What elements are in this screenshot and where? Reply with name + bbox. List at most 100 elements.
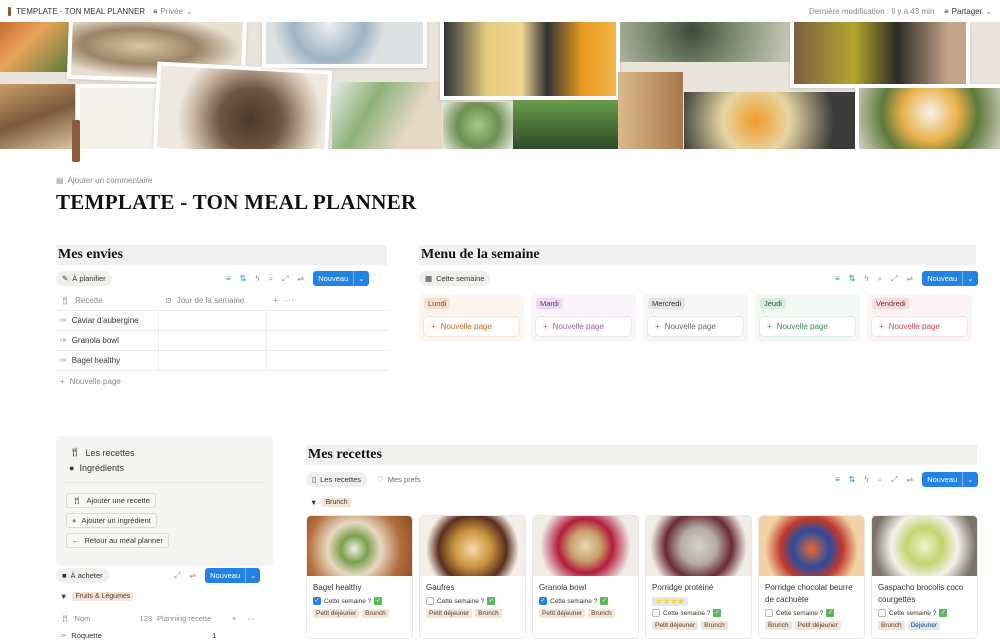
new-page-button[interactable]: + Nouvelle page: [536, 317, 631, 336]
recipe-card[interactable]: Porridge protéiné ⭐⭐⭐⭐ Cette semaine ? ✓ Pet…: [646, 516, 751, 638]
new-page-button[interactable]: + Nouvelle page: [872, 317, 967, 336]
row-cell-jour[interactable]: [159, 351, 267, 370]
group-header[interactable]: ▼ Fruits & Légumes: [60, 592, 134, 601]
new-page-button[interactable]: + Nouvelle page: [648, 317, 743, 336]
new-label: Nouveau: [318, 274, 349, 283]
settings-icon[interactable]: ⇌: [189, 571, 196, 580]
new-page-row[interactable]: + Nouvelle page: [56, 371, 388, 391]
checkbox-label: Cette semaine ?: [550, 597, 598, 605]
more-icon[interactable]: ⋯: [247, 614, 255, 623]
automation-icon[interactable]: ϟ: [255, 274, 259, 283]
new-page-button[interactable]: + Nouvelle page: [424, 317, 519, 336]
view-tab-a-acheter[interactable]: ■ À acheter: [56, 568, 109, 583]
new-button[interactable]: Nouveau ⌄: [313, 271, 369, 286]
view-tab-a-planifier[interactable]: ✎ À planifier: [56, 271, 112, 286]
breadcrumb[interactable]: TEMPLATE - TON MEAL PLANNER: [8, 6, 145, 16]
filter-icon[interactable]: ≡: [835, 475, 840, 484]
this-week-checkbox[interactable]: ✓ Cette semaine ? ✓: [307, 594, 412, 605]
settings-icon[interactable]: ⇌: [298, 274, 305, 283]
more-icon[interactable]: ⋯: [286, 296, 294, 305]
sort-icon[interactable]: ⇅: [240, 274, 247, 283]
checkbox-icon[interactable]: [878, 609, 886, 617]
chevron-down-icon[interactable]: ⌄: [245, 568, 260, 583]
cover-image[interactable]: [0, 22, 1000, 149]
recipe-card[interactable]: Granola bowl ✓ Cette semaine ? ✓ Petit déjeu…: [533, 516, 638, 638]
table-row[interactable]: ✑ Bagel healthy: [56, 351, 388, 371]
checkbox-icon[interactable]: [426, 597, 434, 605]
new-button[interactable]: Nouveau ⌄: [205, 568, 261, 583]
this-week-checkbox[interactable]: Cette semaine ? ✓: [872, 606, 977, 617]
row-title[interactable]: Roquette: [71, 631, 207, 640]
this-week-checkbox[interactable]: ✓ Cette semaine ? ✓: [533, 594, 638, 605]
add-column-icon[interactable]: +: [273, 296, 278, 305]
recipe-card[interactable]: Bagel healthy ✓ Cette semaine ? ✓ Petit déje…: [307, 516, 412, 638]
filter-icon[interactable]: ≡: [835, 274, 840, 283]
expand-icon[interactable]: ⤢: [891, 475, 897, 485]
sort-icon[interactable]: ⇅: [849, 475, 856, 484]
search-icon[interactable]: ⌕: [269, 274, 273, 284]
sort-icon[interactable]: ⇅: [849, 274, 856, 283]
expand-icon[interactable]: ⤢: [891, 274, 897, 284]
column-header-recette[interactable]: 🍴︎ Recette: [56, 291, 159, 310]
link-ingredients[interactable]: ● Ingrédients: [69, 463, 124, 473]
page-icon[interactable]: [72, 120, 80, 162]
expand-icon[interactable]: ⤢: [282, 274, 288, 284]
this-week-checkbox[interactable]: Cette semaine ? ✓: [420, 594, 525, 605]
recipe-card[interactable]: Gaspacho brocolis coco courgettes Cette s…: [872, 516, 977, 638]
row-title[interactable]: Caviar d'aubergine: [72, 316, 139, 325]
edit-icon: ✎: [62, 274, 69, 283]
table-row[interactable]: ✑ Granola bowl: [56, 331, 388, 351]
checkbox-icon[interactable]: ✓: [313, 597, 321, 605]
new-page-label: Nouvelle page: [664, 322, 716, 331]
settings-icon[interactable]: ⇌: [907, 274, 914, 283]
board-column-jeudi: Jeudi + Nouvelle page: [755, 294, 860, 342]
fork-icon: 🍴︎: [60, 614, 70, 623]
search-icon[interactable]: ⌕: [878, 274, 882, 284]
checkbox-icon[interactable]: [765, 609, 773, 617]
new-page-button[interactable]: + Nouvelle page: [760, 317, 855, 336]
add-comment[interactable]: ▤ Ajouter un commentaire: [56, 176, 153, 185]
checkbox-icon[interactable]: ✓: [539, 597, 547, 605]
this-week-checkbox[interactable]: Cette semaine ? ✓: [759, 606, 864, 617]
automation-icon[interactable]: ϟ: [864, 274, 868, 283]
view-tab-cette-semaine[interactable]: ▦ Cette semaine: [419, 271, 491, 286]
add-column-icon[interactable]: +: [232, 614, 236, 623]
recipe-card[interactable]: Gaufres Cette semaine ? ✓ Petit déjeuner Bru…: [420, 516, 525, 638]
row-cell-jour[interactable]: [159, 311, 267, 330]
row-cell-jour[interactable]: [159, 331, 267, 350]
recipe-card[interactable]: Porridge chocolat beurre de cachuète Cett…: [759, 516, 864, 638]
add-ingredient-button[interactable]: ● Ajouter un ingrédient: [66, 513, 157, 528]
filter-icon[interactable]: ≡: [226, 274, 231, 283]
link-les-recettes[interactable]: 🍴︎ Les recettes: [69, 447, 134, 458]
new-button[interactable]: Nouveau ⌄: [922, 472, 978, 487]
page-title[interactable]: TEMPLATE - TON MEAL PLANNER: [56, 190, 416, 215]
settings-icon[interactable]: ⇌: [907, 475, 914, 484]
plus-icon: +: [655, 322, 660, 331]
new-button[interactable]: Nouveau ⌄: [922, 271, 978, 286]
automation-icon[interactable]: ϟ: [864, 475, 868, 484]
chevron-down-icon[interactable]: ⌄: [353, 271, 368, 286]
search-icon[interactable]: ⌕: [878, 475, 882, 485]
expand-icon[interactable]: ⤢: [174, 571, 180, 581]
this-week-checkbox[interactable]: Cette semaine ? ✓: [646, 606, 751, 617]
table-row[interactable]: ✑ Roquette 1: [60, 631, 260, 640]
chevron-down-icon[interactable]: ⌄: [962, 271, 977, 286]
checkbox-icon[interactable]: [652, 609, 660, 617]
row-title[interactable]: Bagel healthy: [72, 356, 120, 365]
chevron-down-icon[interactable]: ⌄: [962, 472, 977, 487]
view-tab-les-recettes[interactable]: ▯ Les recettes: [306, 472, 367, 487]
view-tab-mes-prefs[interactable]: ♡ Mes prefs: [371, 472, 427, 487]
breadcrumb-title[interactable]: TEMPLATE - TON MEAL PLANNER: [16, 7, 145, 16]
check-mark-icon: ✓: [939, 609, 948, 617]
column-header-nom[interactable]: Nom: [75, 614, 135, 623]
add-recette-button[interactable]: 🍴︎ Ajouter une recette: [66, 493, 156, 508]
privacy-menu[interactable]: 🔒︎ Privée ⌄: [153, 6, 193, 16]
back-button[interactable]: ← Retour au meal planner: [66, 533, 169, 548]
tag: Petit déjeuner: [652, 621, 699, 630]
table-row[interactable]: ✑ Caviar d'aubergine: [56, 311, 388, 331]
column-header-jour[interactable]: ⊙ Jour de la semaine: [159, 291, 267, 310]
share-button[interactable]: 🔒︎ Partager ⌄: [944, 6, 992, 16]
row-title[interactable]: Granola bowl: [72, 336, 119, 345]
group-header[interactable]: ▼ Brunch: [310, 498, 351, 507]
column-header-planning[interactable]: Planning recette: [157, 614, 227, 623]
